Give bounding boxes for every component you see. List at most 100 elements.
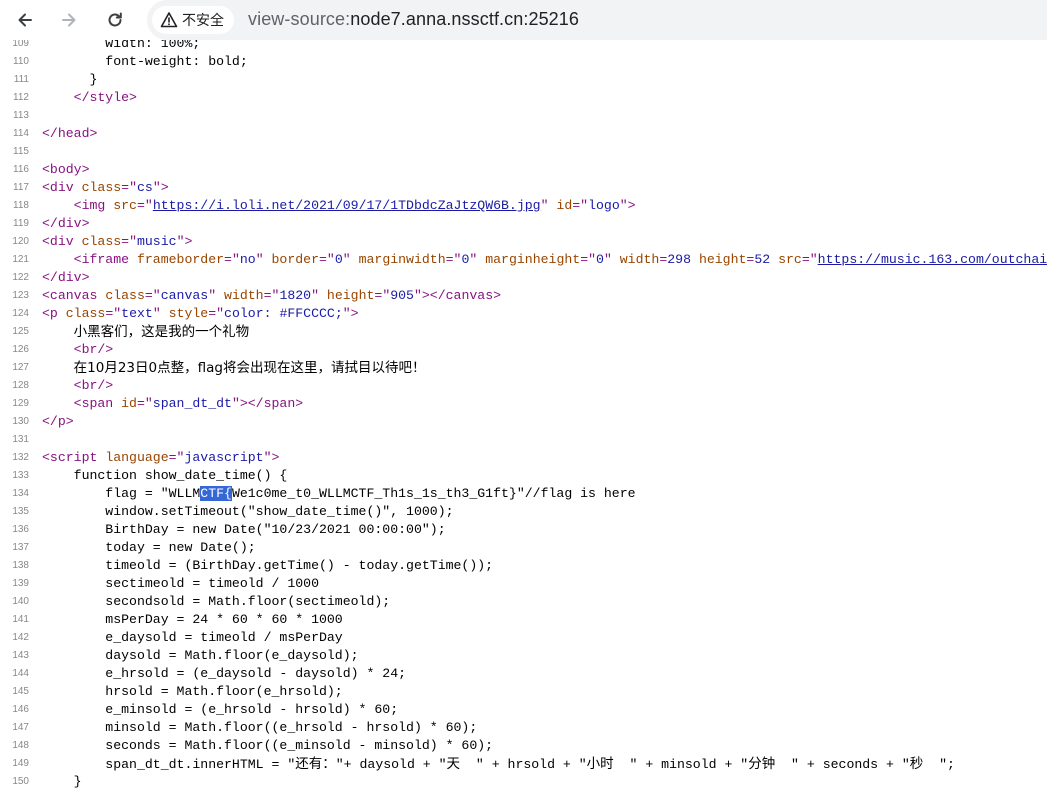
- html-attribute: border: [271, 252, 319, 267]
- html-tag: =": [374, 288, 391, 303]
- source-line: 140 secondsold = Math.floor(sectimeold);: [0, 593, 1047, 611]
- reload-button[interactable]: [101, 6, 129, 34]
- html-tag: =": [105, 306, 122, 321]
- line-number: 143: [12, 650, 29, 661]
- html-tag: =": [144, 288, 161, 303]
- url-prefix: view-source:: [248, 9, 351, 29]
- line-code: flag = "WLLMCTF{We1c0me_t0_WLLMCTF_Th1s_…: [42, 485, 636, 503]
- html-attribute: class: [105, 288, 145, 303]
- line-number: 131: [12, 434, 29, 445]
- line-code: timeold = (BirthDay.getTime() - today.ge…: [42, 557, 493, 575]
- line-code: </style>: [42, 89, 137, 107]
- line-number: 137: [12, 542, 29, 553]
- forward-button[interactable]: [55, 6, 83, 34]
- source-link[interactable]: https://music.163.com/outchain: [818, 252, 1047, 267]
- line-number: 145: [12, 686, 29, 697]
- code-text: flag = "WLLM: [42, 486, 201, 501]
- html-attribute: id: [121, 396, 137, 411]
- attribute-value: 1820: [279, 288, 312, 303]
- chinese-text: 在10月23日0点整，flag将会出现在这里，请拭目以待吧！: [73, 360, 426, 376]
- attribute-value: 905: [390, 288, 414, 303]
- html-tag: =": [445, 252, 462, 267]
- source-line: 127 在10月23日0点整，flag将会出现在这里，请拭目以待吧！: [0, 359, 1047, 377]
- attribute-value: javascript: [184, 450, 264, 465]
- source-line: 124 <p class="text" style="color: #FFCCCC…: [0, 305, 1047, 323]
- line-number: 123: [12, 290, 29, 301]
- html-tag: <span: [73, 396, 122, 411]
- back-button[interactable]: [11, 6, 39, 34]
- source-line: 116 <body>: [0, 161, 1047, 179]
- arrow-left-icon: [18, 13, 32, 27]
- source-line: 114 </head>: [0, 125, 1047, 143]
- code-text: We1c0me_t0_WLLMCTF_Th1s_1s_th3_G1ft}"//f…: [231, 486, 636, 501]
- html-tag: <img: [73, 198, 114, 213]
- line-number: 146: [12, 704, 29, 715]
- line-number: 125: [12, 326, 29, 337]
- code-text: window.setTimeout("show_date_time()", 10…: [42, 504, 454, 519]
- line-number: 138: [12, 560, 29, 571]
- line-code: <br/>: [42, 341, 114, 359]
- url-host: node7.anna.nssctf.cn:25216: [350, 9, 580, 29]
- code-text: " + minsold + ": [613, 757, 749, 772]
- line-code: msPerDay = 24 * 60 * 60 * 1000: [42, 611, 343, 629]
- line-number: 142: [12, 632, 29, 643]
- line-number: 109: [12, 40, 29, 49]
- line-code: width: 100%;: [42, 40, 200, 53]
- source-line: 149 span_dt_dt.innerHTML = "还有："+ daysol…: [0, 755, 1047, 773]
- html-attribute: height: [326, 288, 375, 303]
- attribute-value: 52: [754, 252, 771, 267]
- source-line: 142 e_daysold = timeold / msPerDay: [0, 629, 1047, 647]
- attribute-value: no: [239, 252, 256, 267]
- url-text[interactable]: view-source:node7.anna.nssctf.cn:25216: [248, 9, 579, 30]
- source-line: 117 <div class="cs">: [0, 179, 1047, 197]
- html-tag: <canvas: [42, 288, 106, 303]
- code-text: msPerDay = 24 * 60 * 60 * 1000: [42, 612, 343, 627]
- line-code: }: [42, 773, 82, 791]
- line-code: </head>: [42, 125, 97, 143]
- line-code: window.setTimeout("show_date_time()", 10…: [42, 503, 454, 521]
- source-line: 121 <iframe frameborder="no" border="0" …: [0, 251, 1047, 269]
- line-number: 148: [12, 740, 29, 751]
- line-number: 121: [12, 254, 29, 265]
- html-tag: "></canvas>: [413, 288, 502, 303]
- code-text: BirthDay = new Date("10/23/2021 00:00:00…: [42, 522, 446, 537]
- line-number: 117: [13, 182, 29, 193]
- source-line: 118 <img src="https://i.loli.net/2021/09…: [0, 197, 1047, 215]
- attribute-value: color: #FFCCCC;: [224, 306, 343, 321]
- html-tag: </div>: [42, 216, 90, 231]
- line-code: seconds = Math.floor((e_minsold - minsol…: [42, 737, 493, 755]
- line-code: hrsold = Math.floor(e_hrsold);: [42, 683, 343, 701]
- source-link[interactable]: https://i.loli.net/2021/09/17/1TDbdcZaJt…: [153, 198, 541, 213]
- source-line: 122 </div>: [0, 269, 1047, 287]
- code-text: hrsold = Math.floor(e_hrsold);: [42, 684, 343, 699]
- line-code: 在10月23日0点整，flag将会出现在这里，请拭目以待吧！: [42, 359, 426, 378]
- source-line: 138 timeold = (BirthDay.getTime() - toda…: [0, 557, 1047, 575]
- line-code: BirthDay = new Date("10/23/2021 00:00:00…: [42, 521, 446, 539]
- html-tag: =": [224, 252, 240, 267]
- arrow-right-icon: [62, 13, 76, 27]
- html-tag: <iframe: [73, 252, 137, 267]
- security-chip[interactable]: 不安全: [152, 6, 234, 34]
- code-text: width: 100%;: [42, 40, 201, 51]
- html-attribute: src: [778, 252, 802, 267]
- source-line: 131: [0, 431, 1047, 449]
- line-code: <div class="cs">: [42, 179, 169, 197]
- html-tag: ": [255, 252, 272, 267]
- line-code: <span id="span_dt_dt"></span>: [42, 395, 304, 413]
- html-attribute: marginheight: [485, 252, 581, 267]
- line-number: 128: [12, 380, 29, 391]
- html-tag: ">: [152, 180, 169, 195]
- html-tag: =": [319, 252, 335, 267]
- address-bar[interactable]: 不安全 view-source:node7.anna.nssctf.cn:252…: [147, 0, 1047, 40]
- line-number: 141: [12, 614, 29, 625]
- source-line: 134 flag = "WLLMCTF{We1c0me_t0_WLLMCTF_T…: [0, 485, 1047, 503]
- line-code: today = new Date();: [42, 539, 255, 557]
- html-tag: ">: [619, 198, 636, 213]
- line-number: 118: [13, 200, 29, 211]
- code-text: " + seconds + ": [775, 757, 910, 772]
- line-number: 136: [12, 524, 29, 535]
- html-attribute: style: [168, 306, 209, 321]
